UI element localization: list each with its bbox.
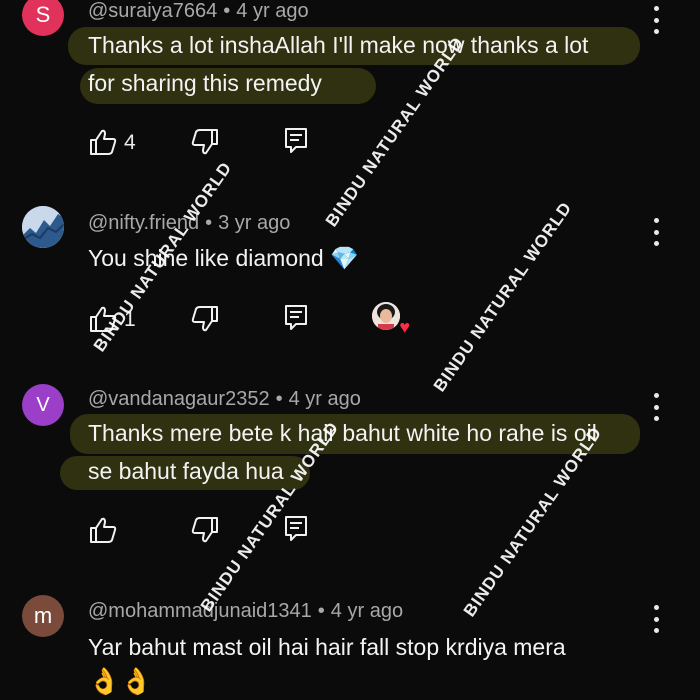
dislike-icon[interactable] — [190, 516, 220, 544]
like-count: 4 — [124, 131, 136, 154]
like-count: 1 — [124, 308, 136, 331]
comment-meta: @vandanagaur2352 • 4 yr ago — [88, 388, 361, 410]
like-icon[interactable] — [88, 128, 118, 156]
heart-icon: ♥ — [399, 317, 410, 337]
comment-text: Yar bahut mast oil hai hair fall stop kr… — [88, 634, 566, 660]
more-options-icon[interactable] — [646, 605, 666, 633]
comment-username[interactable]: @mohammadjunaid1341 — [88, 600, 312, 622]
comment-meta: @nifty.friend • 3 yr ago — [88, 212, 291, 234]
avatar[interactable]: m — [22, 595, 64, 637]
like-icon[interactable] — [88, 516, 118, 544]
comment-username[interactable]: @vandanagaur2352 — [88, 388, 270, 410]
avatar[interactable]: V — [22, 384, 64, 426]
comment-age: 4 yr ago — [288, 388, 361, 410]
comment-text: Thanks a lot inshaAllah I'll make now th… — [88, 32, 589, 96]
avatar[interactable]: S — [22, 0, 64, 36]
comment-text: Thanks mere bete k hair bahut white ho r… — [88, 420, 597, 484]
dislike-icon[interactable] — [190, 305, 220, 333]
comment-meta: @suraiya7664 • 4 yr ago — [88, 0, 309, 22]
dislike-icon[interactable] — [190, 128, 220, 156]
avatar[interactable] — [22, 206, 64, 248]
more-options-icon[interactable] — [646, 218, 666, 246]
comment-username[interactable]: @nifty.friend — [88, 212, 199, 234]
like-icon[interactable] — [88, 305, 118, 333]
more-options-icon[interactable] — [646, 6, 666, 34]
more-options-icon[interactable] — [646, 393, 666, 421]
reply-icon[interactable] — [284, 304, 308, 332]
comment-age: 3 yr ago — [218, 212, 291, 234]
comment-text: You shine like diamond 💎 — [88, 245, 359, 271]
reply-icon[interactable] — [284, 515, 308, 543]
ok-hand-emoji: 👌👌 — [88, 666, 153, 696]
comment-age: 4 yr ago — [236, 0, 309, 22]
watermark-text: BINDU NATURAL WORLD — [429, 198, 576, 396]
chart-avatar-image — [22, 206, 64, 248]
creator-heart-badge: ♥ — [372, 302, 410, 336]
reply-icon[interactable] — [284, 127, 308, 155]
comment-meta: @mohammadjunaid1341 • 4 yr ago — [88, 600, 404, 622]
comment-age: 4 yr ago — [330, 600, 404, 622]
comment-username[interactable]: @suraiya7664 — [88, 0, 217, 22]
